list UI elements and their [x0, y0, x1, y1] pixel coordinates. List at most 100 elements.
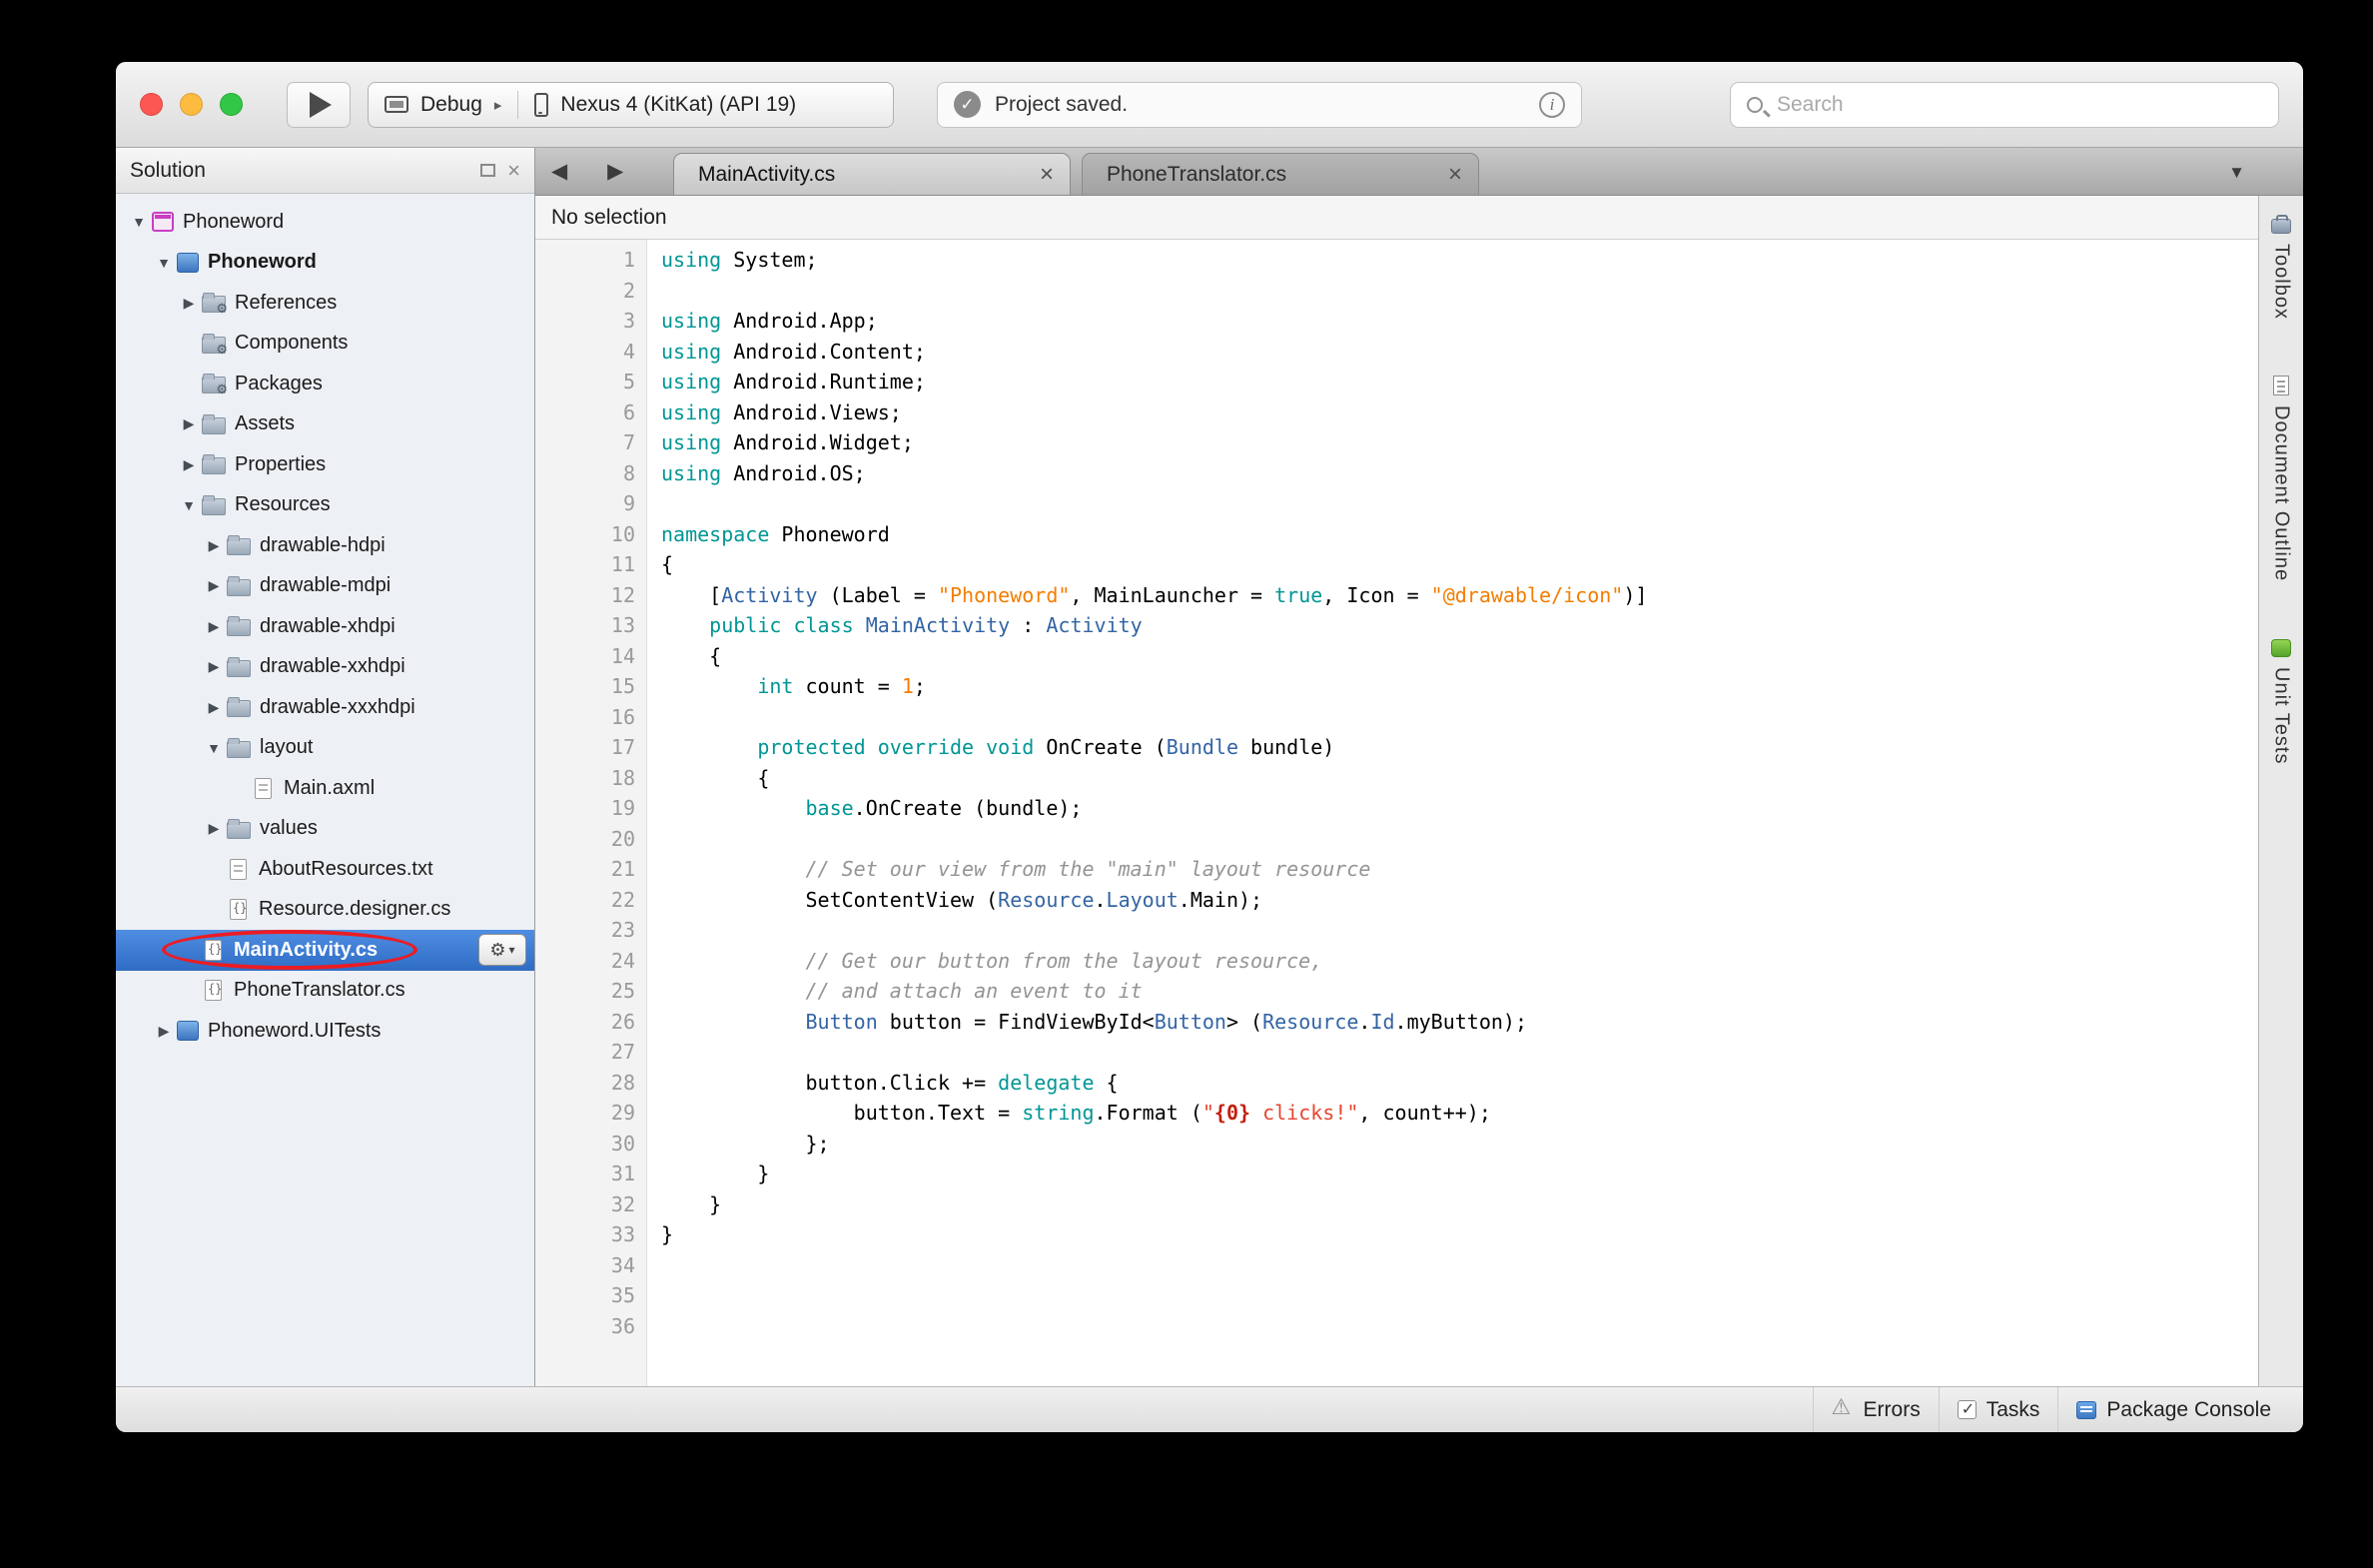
code-line-7[interactable]: 7using Android.Widget;	[535, 427, 2258, 458]
info-icon[interactable]	[1539, 92, 1565, 118]
disclosure-closed-icon[interactable]: ▶	[151, 1023, 177, 1040]
code-line-11[interactable]: 11{	[535, 549, 2258, 580]
tab-overflow-menu-icon[interactable]: ▼	[2228, 163, 2245, 183]
code-line-34[interactable]: 34	[535, 1250, 2258, 1281]
code-line-26[interactable]: 26 Button button = FindViewById<Button> …	[535, 1007, 2258, 1038]
code-line-27[interactable]: 27	[535, 1037, 2258, 1068]
tree-item-AboutResources.txt[interactable]: AboutResources.txt	[116, 849, 534, 890]
code-line-18[interactable]: 18 {	[535, 763, 2258, 794]
tab-close-icon[interactable]: ×	[1448, 163, 1462, 187]
tree-item-Phoneword.UITests[interactable]: ▶Phoneword.UITests	[116, 1011, 534, 1052]
navigate-forward-button[interactable]: ▶	[607, 159, 623, 184]
minimize-window-button[interactable]	[180, 93, 203, 116]
code-line-6[interactable]: 6using Android.Views;	[535, 397, 2258, 428]
disclosure-closed-icon[interactable]: ▶	[201, 577, 227, 594]
tree-item-drawable-xxhdpi[interactable]: ▶drawable-xxhdpi	[116, 647, 534, 688]
code-line-1[interactable]: 1using System;	[535, 245, 2258, 276]
tree-item-layout[interactable]: ▼layout	[116, 728, 534, 769]
disclosure-open-icon[interactable]: ▼	[176, 497, 202, 513]
code-line-3[interactable]: 3using Android.App;	[535, 306, 2258, 337]
tree-item-drawable-mdpi[interactable]: ▶ drawable-mdpi	[116, 566, 534, 607]
tree-item-Assets[interactable]: ▶Assets	[116, 404, 534, 445]
disclosure-open-icon[interactable]: ▼	[151, 255, 177, 271]
search-input[interactable]	[1775, 92, 2262, 118]
tree-item-label: drawable-mdpi	[260, 574, 391, 597]
tree-item-Packages[interactable]: Packages	[116, 364, 534, 404]
tree-item-Components[interactable]: Components	[116, 324, 534, 365]
dock-pad-icon[interactable]	[480, 164, 495, 177]
tree-item-values[interactable]: ▶values	[116, 809, 534, 850]
code-line-20[interactable]: 20	[535, 824, 2258, 855]
code-line-33[interactable]: 33}	[535, 1219, 2258, 1250]
search-field[interactable]	[1730, 82, 2279, 128]
disclosure-closed-icon[interactable]: ▶	[176, 295, 202, 312]
tree-item-References[interactable]: ▶References	[116, 283, 534, 324]
code-line-14[interactable]: 14 {	[535, 641, 2258, 672]
code-line-31[interactable]: 31 }	[535, 1159, 2258, 1189]
code-editor[interactable]: 1using System;23using Android.App;4using…	[535, 240, 2258, 1386]
tree-item-PhoneTranslator.cs[interactable]: PhoneTranslator.cs	[116, 971, 534, 1012]
code-line-24[interactable]: 24 // Get our button from the layout res…	[535, 946, 2258, 977]
tree-item-Phoneword[interactable]: ▼Phoneword	[116, 202, 534, 243]
close-pad-icon[interactable]	[507, 160, 520, 182]
code-line-30[interactable]: 30 };	[535, 1129, 2258, 1160]
code-line-10[interactable]: 10namespace Phoneword	[535, 519, 2258, 550]
code-line-29[interactable]: 29 button.Text = string.Format ("{0} cli…	[535, 1098, 2258, 1129]
code-line-36[interactable]: 36	[535, 1311, 2258, 1342]
bottom-bar-Errors[interactable]: Errors	[1813, 1387, 1939, 1432]
zoom-window-button[interactable]	[220, 93, 243, 116]
navigate-back-button[interactable]: ◀	[551, 159, 567, 184]
run-button[interactable]	[287, 82, 351, 128]
disclosure-closed-icon[interactable]: ▶	[201, 699, 227, 716]
code-line-9[interactable]: 9	[535, 488, 2258, 519]
tree-item-Main.axml[interactable]: Main.axml	[116, 768, 534, 809]
code-line-25[interactable]: 25 // and attach an event to it	[535, 976, 2258, 1007]
tab-close-icon[interactable]: ×	[1040, 163, 1054, 187]
code-line-2[interactable]: 2	[535, 276, 2258, 307]
tree-item-Resource.designer.cs[interactable]: Resource.designer.cs	[116, 890, 534, 931]
tab-PhoneTranslator.cs[interactable]: PhoneTranslator.cs×	[1082, 153, 1479, 195]
pad-tab-Toolbox[interactable]: Toolbox	[2270, 214, 2293, 320]
item-options-gear-button[interactable]: ⚙▾	[478, 934, 526, 966]
tree-item-drawable-xxxhdpi[interactable]: ▶drawable-xxxhdpi	[116, 687, 534, 728]
code-line-5[interactable]: 5using Android.Runtime;	[535, 367, 2258, 397]
disclosure-closed-icon[interactable]: ▶	[176, 456, 202, 473]
disclosure-open-icon[interactable]: ▼	[201, 740, 227, 756]
code-line-21[interactable]: 21 // Set our view from the "main" layou…	[535, 854, 2258, 885]
bottom-bar-Tasks[interactable]: Tasks	[1939, 1387, 2058, 1432]
breadcrumb[interactable]: No selection	[535, 196, 2258, 240]
configuration-device-selector[interactable]: Debug Nexus 4 (KitKat) (API 19)	[368, 82, 894, 128]
disclosure-closed-icon[interactable]: ▶	[176, 415, 202, 432]
code-line-28[interactable]: 28 button.Click += delegate {	[535, 1068, 2258, 1099]
tree-item-drawable-xhdpi[interactable]: ▶drawable-xhdpi	[116, 606, 534, 647]
code-line-32[interactable]: 32 }	[535, 1189, 2258, 1220]
code-line-35[interactable]: 35	[535, 1280, 2258, 1311]
tree-item-Properties[interactable]: ▶Properties	[116, 444, 534, 485]
disclosure-closed-icon[interactable]: ▶	[201, 820, 227, 837]
bottom-bar-Package Console[interactable]: Package Console	[2057, 1387, 2289, 1432]
code-line-8[interactable]: 8using Android.OS;	[535, 458, 2258, 489]
code-line-23[interactable]: 23	[535, 915, 2258, 946]
pad-tab-Document Outline[interactable]: Document Outline	[2270, 376, 2293, 581]
code-line-15[interactable]: 15 int count = 1;	[535, 671, 2258, 702]
tree-item-drawable-hdpi[interactable]: ▶drawable-hdpi	[116, 525, 534, 566]
tree-item-Resources[interactable]: ▼Resources	[116, 485, 534, 526]
pad-tab-Unit Tests[interactable]: Unit Tests	[2270, 637, 2293, 764]
code-line-13[interactable]: 13 public class MainActivity : Activity	[535, 610, 2258, 641]
code-text: using Android.App;	[647, 309, 878, 333]
code-line-12[interactable]: 12 [Activity (Label = "Phoneword", MainL…	[535, 580, 2258, 611]
code-line-16[interactable]: 16	[535, 702, 2258, 733]
tree-item-MainActivity.cs[interactable]: MainActivity.cs⚙▾	[116, 930, 534, 971]
line-number: 12	[535, 583, 647, 607]
tree-item-Phoneword[interactable]: ▼Phoneword	[116, 243, 534, 284]
tab-MainActivity.cs[interactable]: MainActivity.cs×	[673, 153, 1071, 195]
disclosure-closed-icon[interactable]: ▶	[201, 658, 227, 675]
close-window-button[interactable]	[140, 93, 163, 116]
code-line-4[interactable]: 4using Android.Content;	[535, 337, 2258, 368]
disclosure-open-icon[interactable]: ▼	[126, 214, 152, 230]
disclosure-closed-icon[interactable]: ▶	[201, 618, 227, 635]
disclosure-closed-icon[interactable]: ▶	[201, 537, 227, 554]
code-line-17[interactable]: 17 protected override void OnCreate (Bun…	[535, 732, 2258, 763]
code-line-19[interactable]: 19 base.OnCreate (bundle);	[535, 793, 2258, 824]
code-line-22[interactable]: 22 SetContentView (Resource.Layout.Main)…	[535, 885, 2258, 916]
